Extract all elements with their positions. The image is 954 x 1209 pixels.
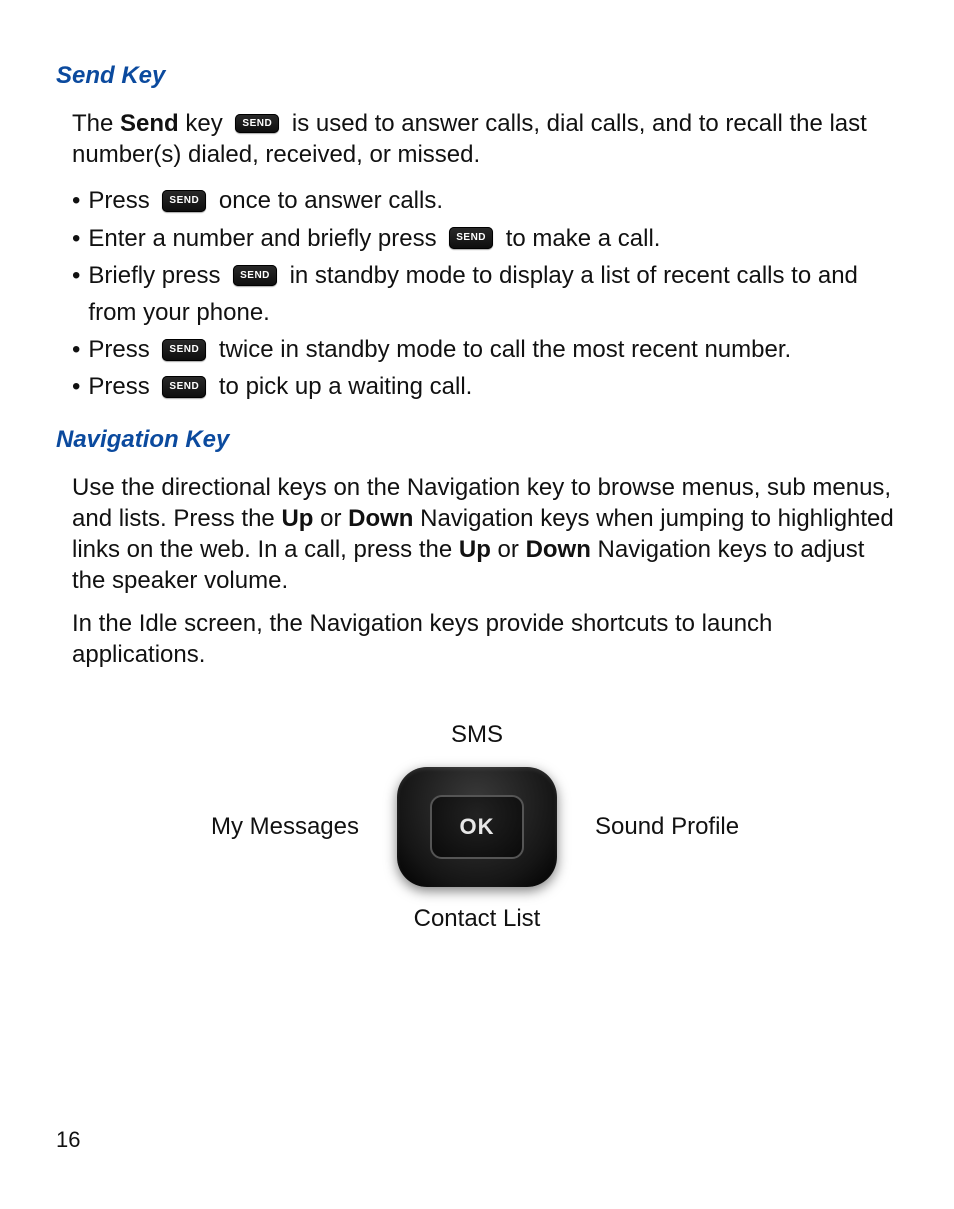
send-key-icon: SEND bbox=[162, 339, 206, 361]
text-bold-send: Send bbox=[120, 110, 179, 137]
text: or bbox=[313, 505, 348, 532]
list-item: • Enter a number and briefly press SEND … bbox=[72, 220, 898, 257]
text: or bbox=[491, 536, 526, 563]
navigation-key-icon: OK bbox=[397, 767, 557, 887]
text: to pick up a waiting call. bbox=[212, 373, 472, 400]
text: Press bbox=[88, 336, 156, 363]
navigation-key-diagram: SMS My Messages OK Sound Profile Contact… bbox=[56, 721, 898, 933]
text: Enter a number and briefly press bbox=[88, 225, 443, 252]
navigation-key-para-1: Use the directional keys on the Navigati… bbox=[56, 472, 898, 597]
text-bold-down: Down bbox=[526, 536, 591, 563]
ok-button-label: OK bbox=[430, 795, 524, 859]
navigation-key-para-2: In the Idle screen, the Navigation keys … bbox=[56, 608, 898, 670]
nav-shortcut-up: SMS bbox=[451, 721, 503, 749]
text: twice in standby mode to call the most r… bbox=[212, 336, 791, 363]
bullet-icon: • bbox=[72, 182, 80, 219]
list-item: • Press SEND to pick up a waiting call. bbox=[72, 368, 898, 405]
send-key-bullets: • Press SEND once to answer calls. • Ent… bbox=[56, 182, 898, 405]
bullet-icon: • bbox=[72, 331, 80, 368]
text-bold-up: Up bbox=[459, 536, 491, 563]
send-key-icon: SEND bbox=[235, 114, 279, 133]
page-number: 16 bbox=[56, 1127, 80, 1153]
heading-send-key: Send Key bbox=[56, 62, 898, 90]
send-key-icon: SEND bbox=[162, 190, 206, 212]
bullet-icon: • bbox=[72, 368, 80, 405]
send-key-icon: SEND bbox=[162, 376, 206, 398]
list-item: • Press SEND once to answer calls. bbox=[72, 182, 898, 219]
nav-shortcut-right: Sound Profile bbox=[567, 813, 739, 841]
text: Press bbox=[88, 373, 156, 400]
send-key-intro: The Send key SEND is used to answer call… bbox=[56, 108, 898, 170]
list-item: • Briefly press SEND in standby mode to … bbox=[72, 257, 898, 331]
text-bold-up: Up bbox=[281, 505, 313, 532]
nav-shortcut-down: Contact List bbox=[414, 905, 541, 933]
text: Briefly press bbox=[88, 262, 227, 289]
text-bold-down: Down bbox=[348, 505, 413, 532]
send-key-icon: SEND bbox=[449, 227, 493, 249]
bullet-icon: • bbox=[72, 220, 80, 257]
text: Press bbox=[88, 187, 156, 214]
text: once to answer calls. bbox=[212, 187, 443, 214]
heading-navigation-key: Navigation Key bbox=[56, 426, 898, 454]
text: key bbox=[179, 110, 230, 137]
list-item: • Press SEND twice in standby mode to ca… bbox=[72, 331, 898, 368]
send-key-icon: SEND bbox=[233, 265, 277, 287]
text: to make a call. bbox=[499, 225, 660, 252]
bullet-icon: • bbox=[72, 257, 80, 294]
nav-shortcut-left: My Messages bbox=[211, 813, 387, 841]
text: The bbox=[72, 110, 120, 137]
